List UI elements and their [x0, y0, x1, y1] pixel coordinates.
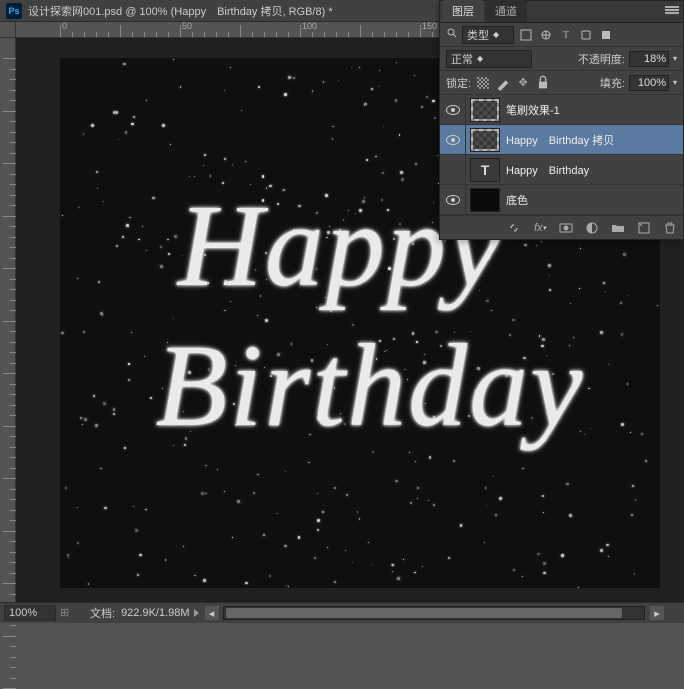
visibility-toggle[interactable]: [440, 125, 466, 154]
layer-name[interactable]: Happy Birthday 拷贝: [504, 132, 683, 148]
group-icon[interactable]: [609, 219, 627, 237]
opacity-chevron-icon[interactable]: ▾: [673, 54, 677, 63]
zoom-input[interactable]: 100%: [4, 605, 56, 621]
layer-row[interactable]: Happy Birthday 拷贝: [440, 125, 683, 155]
layer-thumbnail[interactable]: [470, 98, 500, 122]
ruler-corner: [0, 22, 16, 38]
mask-icon[interactable]: [557, 219, 575, 237]
blend-row: 正常◆ 不透明度: ▾: [440, 47, 683, 71]
blend-mode-dropdown[interactable]: 正常◆: [446, 50, 532, 68]
h-scroll-thumb[interactable]: [226, 608, 622, 618]
adjustment-icon[interactable]: [583, 219, 601, 237]
lock-row: 锁定: ✥ 填充: ▾: [440, 71, 683, 95]
ruler-vertical[interactable]: [0, 38, 16, 602]
layer-row[interactable]: 笔刷效果-1: [440, 95, 683, 125]
statusbar: 100% ⊞ 文档: 922.9K/1.98M ◂ ▸: [0, 602, 684, 623]
opacity-label: 不透明度:: [578, 51, 625, 67]
doc-label: 文档:: [90, 605, 115, 621]
scroll-right-button[interactable]: ▸: [650, 606, 664, 620]
layers-panel: 图层 通道 类型◆ T 正常◆ 不透明度: ▾ 锁定: ✥ 填充: ▾ 笔刷效果…: [439, 0, 684, 240]
fx-icon[interactable]: fx▾: [531, 219, 549, 237]
opacity-input[interactable]: [629, 51, 669, 67]
doc-value: 922.9K/1.98M: [121, 607, 190, 619]
link-layers-icon[interactable]: [505, 219, 523, 237]
filter-icon[interactable]: [446, 27, 458, 42]
grip-icon: ⊞: [60, 606, 80, 620]
new-layer-icon[interactable]: [635, 219, 653, 237]
fill-input[interactable]: [629, 75, 669, 91]
fill-chevron-icon[interactable]: ▾: [673, 78, 677, 87]
layers-list: 笔刷效果-1Happy Birthday 拷贝THappy Birthday底色: [440, 95, 683, 215]
filter-pixel-icon[interactable]: [518, 27, 534, 43]
filter-type-dropdown[interactable]: 类型◆: [462, 26, 514, 44]
layer-name[interactable]: 底色: [504, 192, 683, 208]
document-title: 设计探索网001.psd @ 100% (Happy Birthday 拷贝, …: [28, 3, 495, 19]
panel-menu-icon[interactable]: [665, 5, 679, 17]
layer-name[interactable]: Happy Birthday: [504, 162, 683, 178]
filter-shape-icon[interactable]: [578, 27, 594, 43]
trash-icon[interactable]: [661, 219, 679, 237]
h-scrollbar[interactable]: [223, 606, 645, 620]
tab-channels[interactable]: 通道: [485, 0, 527, 22]
panel-footer: fx▾: [440, 215, 683, 239]
layer-thumbnail[interactable]: [470, 188, 500, 212]
layer-thumbnail[interactable]: [470, 128, 500, 152]
filter-row: 类型◆ T: [440, 23, 683, 47]
resize-corner[interactable]: [666, 606, 680, 620]
visibility-toggle[interactable]: [440, 155, 466, 184]
scroll-left-button[interactable]: ◂: [205, 606, 219, 620]
filter-smart-icon[interactable]: [598, 27, 614, 43]
photoshop-icon: Ps: [6, 3, 22, 19]
doc-info-dropdown[interactable]: [194, 609, 199, 617]
layer-name[interactable]: 笔刷效果-1: [504, 102, 683, 118]
lock-position-icon[interactable]: ✥: [515, 75, 531, 91]
lock-all-icon[interactable]: [535, 75, 551, 91]
visibility-toggle[interactable]: [440, 95, 466, 124]
canvas-text-line2: Birthday: [70, 318, 660, 454]
visibility-toggle[interactable]: [440, 185, 466, 214]
filter-adjust-icon[interactable]: [538, 27, 554, 43]
layer-row[interactable]: THappy Birthday: [440, 155, 683, 185]
fill-label: 填充:: [600, 75, 625, 91]
tab-layers[interactable]: 图层: [442, 0, 484, 22]
lock-paint-icon[interactable]: [495, 75, 511, 91]
lock-transparent-icon[interactable]: [475, 75, 491, 91]
layer-row[interactable]: 底色: [440, 185, 683, 215]
lock-label: 锁定:: [446, 75, 471, 91]
filter-text-icon[interactable]: T: [558, 27, 574, 43]
layer-thumbnail[interactable]: T: [470, 158, 500, 182]
panel-tabs: 图层 通道: [440, 1, 683, 23]
